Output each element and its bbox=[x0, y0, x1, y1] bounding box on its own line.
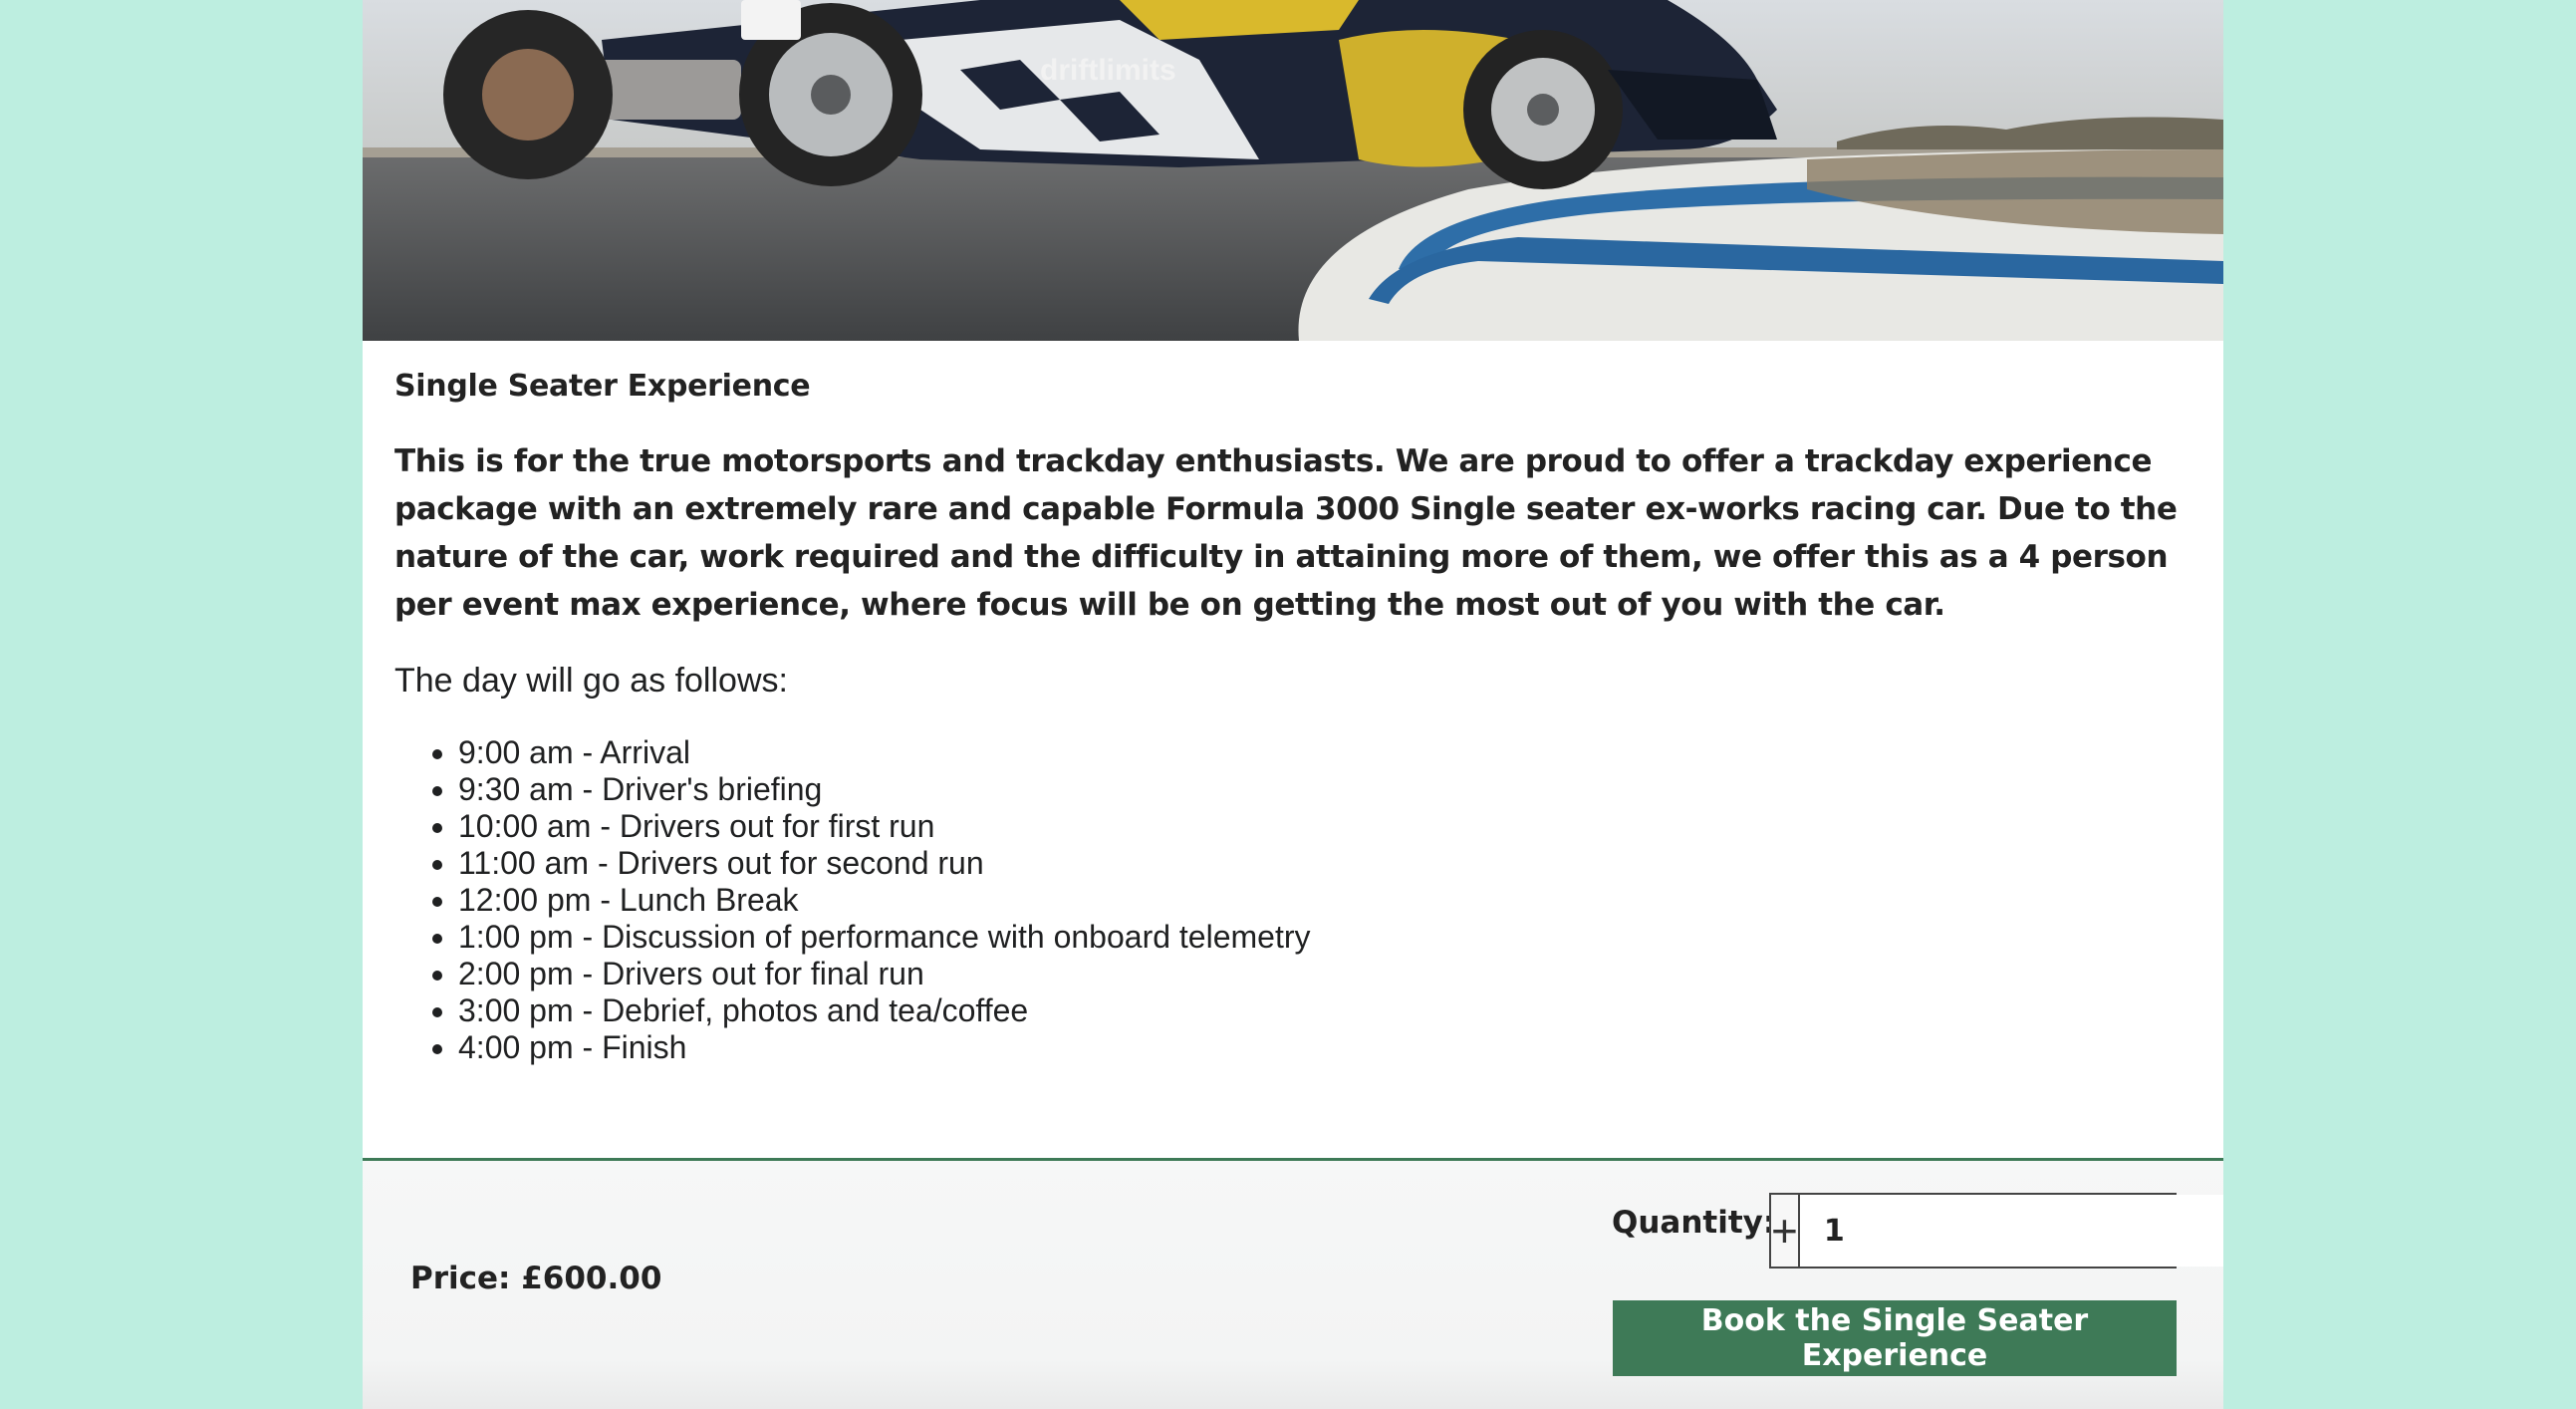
hero-image: driftlimits bbox=[363, 0, 2223, 341]
schedule-item: 2:00 pm - Drivers out for final run bbox=[458, 956, 2197, 992]
schedule-list: 9:00 am - Arrival 9:30 am - Driver's bri… bbox=[394, 734, 2197, 1066]
product-description: Single Seater Experience This is for the… bbox=[394, 369, 2197, 1066]
schedule-item: 3:00 pm - Debrief, photos and tea/coffee bbox=[458, 992, 2197, 1029]
book-experience-button[interactable]: Book the Single Seater Experience bbox=[1613, 1300, 2177, 1376]
schedule-item: 1:00 pm - Discussion of performance with… bbox=[458, 919, 2197, 956]
increase-quantity-button[interactable]: + bbox=[1771, 1195, 1800, 1267]
livery-logo: driftlimits bbox=[1040, 54, 1176, 87]
schedule-item: 11:00 am - Drivers out for second run bbox=[458, 845, 2197, 882]
product-title: Single Seater Experience bbox=[394, 369, 811, 404]
schedule-item: 12:00 pm - Lunch Break bbox=[458, 882, 2197, 919]
price-label: Price: £600.00 bbox=[410, 1261, 662, 1296]
plus-icon: + bbox=[1771, 1205, 1798, 1257]
schedule-item: 10:00 am - Drivers out for first run bbox=[458, 808, 2197, 845]
schedule-heading: The day will go as follows: bbox=[394, 662, 788, 700]
purchase-panel: Price: £600.00 Quantity: + − Book the Si… bbox=[363, 1158, 2223, 1409]
schedule-item: 9:00 am - Arrival bbox=[458, 734, 2197, 771]
product-intro: This is for the true motorsports and tra… bbox=[394, 443, 2178, 623]
quantity-stepper: + − bbox=[1769, 1193, 2223, 1268]
race-car-illustration: driftlimits bbox=[363, 0, 2223, 341]
schedule-item: 4:00 pm - Finish bbox=[458, 1029, 2197, 1066]
quantity-input[interactable] bbox=[1799, 1195, 2223, 1267]
product-card: driftlimits Single Seater Experience Thi… bbox=[363, 0, 2223, 1409]
schedule-item: 9:30 am - Driver's briefing bbox=[458, 771, 2197, 808]
quantity-label: Quantity: bbox=[1612, 1205, 1776, 1241]
